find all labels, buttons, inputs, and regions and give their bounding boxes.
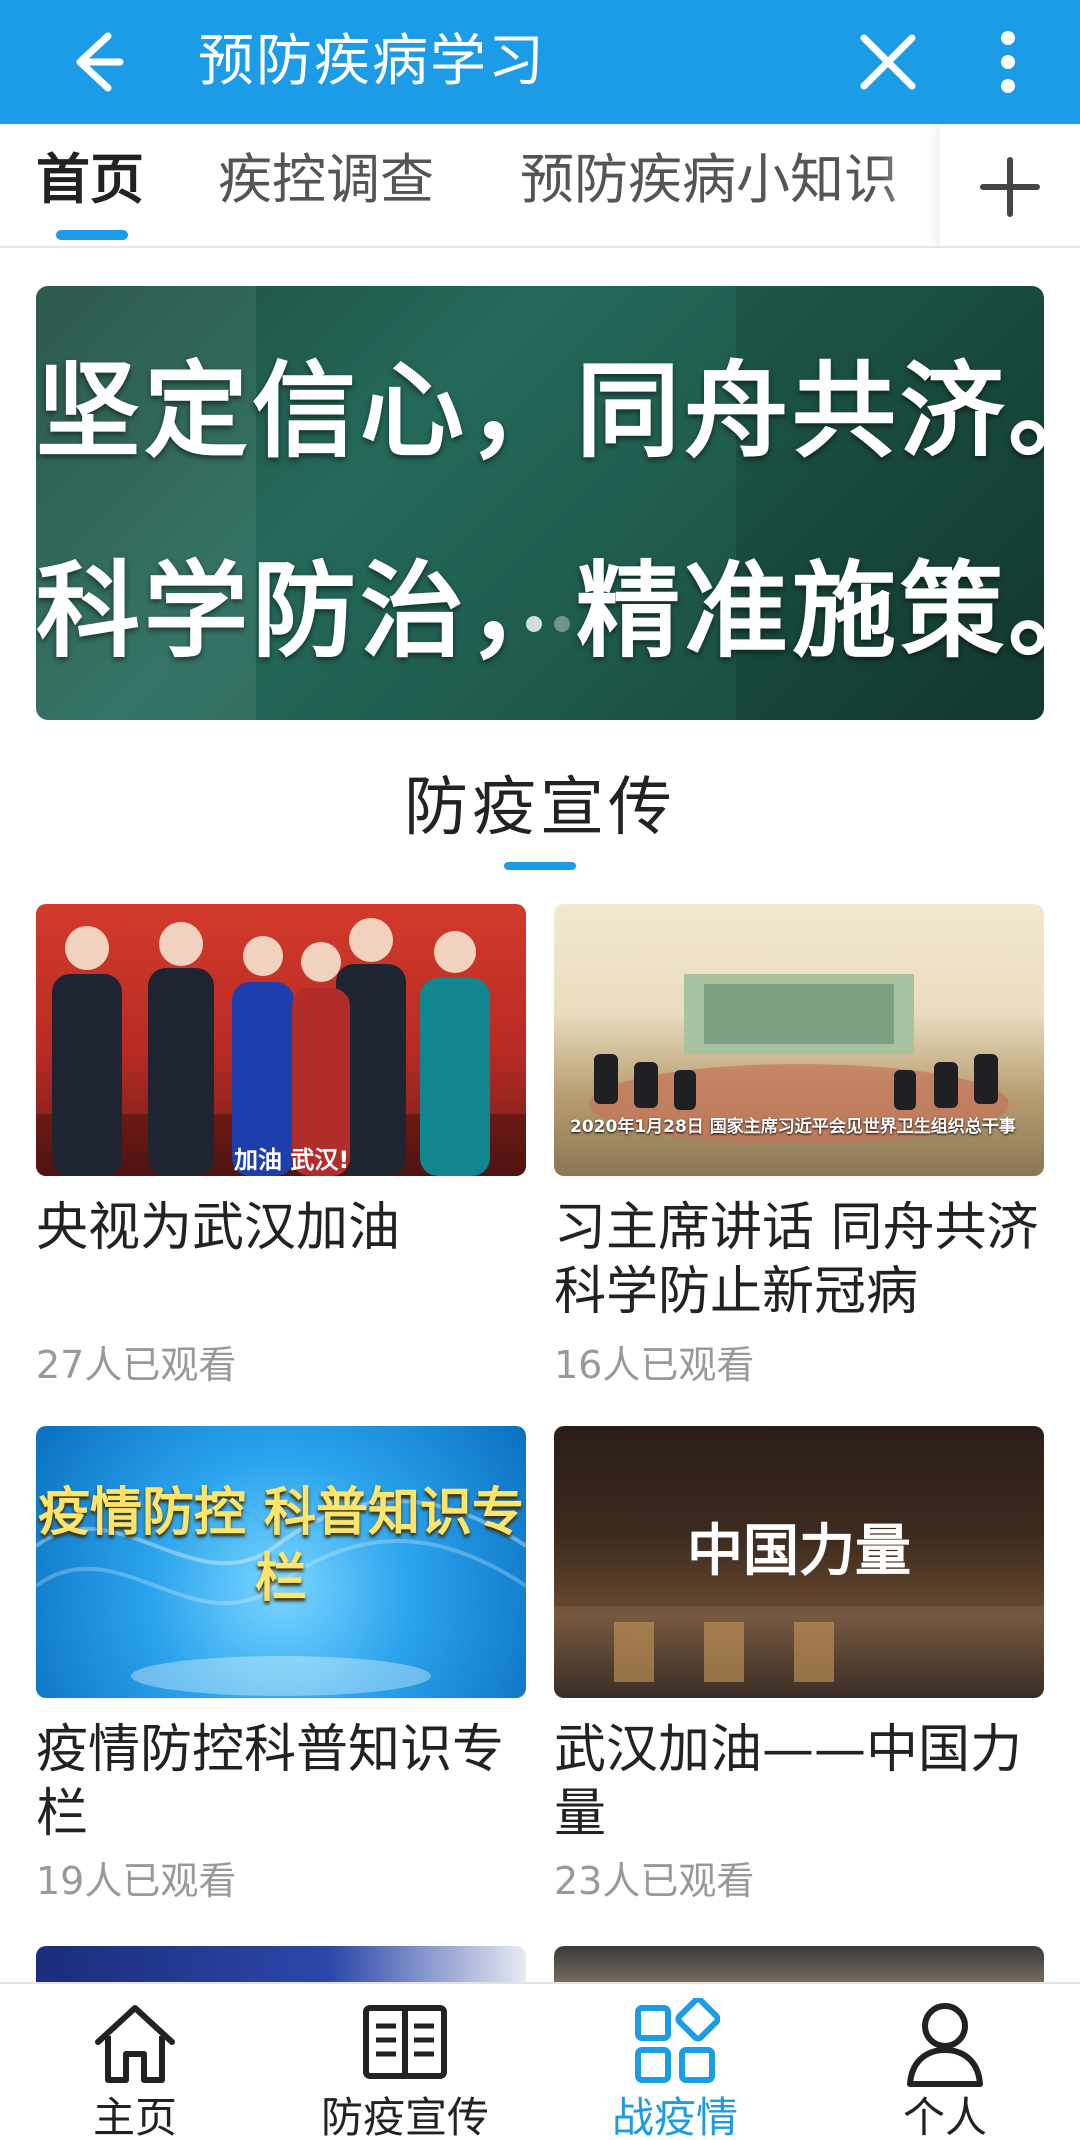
more-vertical-icon[interactable] <box>968 22 1048 102</box>
video-thumbnail[interactable] <box>36 1946 526 1986</box>
thumbnail-caption: 2020年1月28日 国家主席习近平会见世界卫生组织总干事 <box>570 1117 1016 1137</box>
nav-fight-epidemic[interactable]: 战疫情 <box>540 1984 810 2140</box>
tab-home[interactable]: 首页 <box>36 124 144 236</box>
page-title: 预防疾病学习 <box>198 29 546 94</box>
nav-label: 主页 <box>92 2093 177 2140</box>
nav-label: 战疫情 <box>611 2093 738 2140</box>
video-thumbnail[interactable] <box>554 1946 1044 1986</box>
app-bar: 预防疾病学习 <box>0 0 1080 124</box>
view-count: 23人已观看 <box>554 1859 755 1903</box>
nav-epidemic-publicity[interactable]: 防疫宣传 <box>270 1984 540 2140</box>
nav-label: 防疫宣传 <box>320 2093 489 2140</box>
person-icon <box>907 2003 983 2087</box>
video-card[interactable]: 疫情防控 科普知识专栏 疫情防控科普知识专栏 19人已观看 <box>36 1426 526 1906</box>
tab-indicator <box>56 230 128 240</box>
video-title: 习主席讲话 同舟共济科学防止新冠病 <box>554 1198 1039 1322</box>
home-icon <box>95 2005 175 2083</box>
carousel-indicator <box>520 616 640 636</box>
thumbnail-caption: 中国力量 <box>687 1518 911 1584</box>
tab-disease-prevention-tips[interactable]: 预防疾病小知识 <box>520 124 898 236</box>
anchors-illustration <box>36 918 526 1176</box>
video-thumbnail[interactable]: 加油 武汉! <box>36 904 526 1176</box>
video-thumbnail[interactable]: 疫情防控 科普知识专栏 <box>36 1426 526 1698</box>
carousel-dot <box>526 616 542 632</box>
video-title: 央视为武汉加油 <box>36 1198 401 1258</box>
book-icon <box>363 2005 447 2079</box>
tab-bar: 首页 疾控调查 预防疾病小知识 <box>0 124 1080 248</box>
bottom-navigation: 主页 防疫宣传 战疫情 个人 <box>0 1982 1080 2140</box>
video-title: 武汉加油——中国力量 <box>554 1720 1023 1844</box>
banner-line-1: 坚定信心，同舟共济。 <box>36 350 1044 472</box>
view-count: 19人已观看 <box>36 1859 237 1903</box>
video-thumbnail[interactable]: 2020年1月28日 国家主席习近平会见世界卫生组织总干事 <box>554 904 1044 1176</box>
nav-personal[interactable]: 个人 <box>810 1984 1080 2140</box>
banner-carousel[interactable]: 坚定信心，同舟共济。 科学防治，精准施策。 <box>36 286 1044 720</box>
carousel-dot <box>554 616 570 632</box>
view-count: 16人已观看 <box>554 1343 755 1387</box>
banner-line-2: 科学防治，精准施策。 <box>36 550 1044 672</box>
thumbnail-caption: 疫情防控 科普知识专栏 <box>37 1483 525 1609</box>
tab-disease-control-survey[interactable]: 疾控调查 <box>218 124 434 236</box>
video-card[interactable]: 中国力量 武汉加油——中国力量 23人已观看 <box>554 1426 1044 1906</box>
video-thumbnail[interactable]: 中国力量 <box>554 1426 1044 1698</box>
close-icon[interactable] <box>848 22 928 102</box>
thumbnail-caption: 加油 武汉! <box>234 1146 350 1174</box>
add-tab-button[interactable] <box>940 124 1080 246</box>
section-underline <box>504 862 576 870</box>
view-count: 27人已观看 <box>36 1343 237 1387</box>
apps-icon <box>635 1998 720 2083</box>
tab-fade <box>880 124 940 246</box>
nav-home[interactable]: 主页 <box>0 1984 270 2140</box>
video-title: 疫情防控科普知识专栏 <box>36 1720 505 1844</box>
video-card[interactable]: 2020年1月28日 国家主席习近平会见世界卫生组织总干事 习主席讲话 同舟共济… <box>554 904 1044 1387</box>
video-card[interactable]: 加油 武汉! 央视为武汉加油 27人已观看 <box>36 904 526 1387</box>
back-arrow-icon[interactable] <box>56 22 136 102</box>
plus-icon <box>980 157 1040 217</box>
nav-label: 个人 <box>902 2093 987 2140</box>
section-title: 防疫宣传 <box>404 771 676 845</box>
